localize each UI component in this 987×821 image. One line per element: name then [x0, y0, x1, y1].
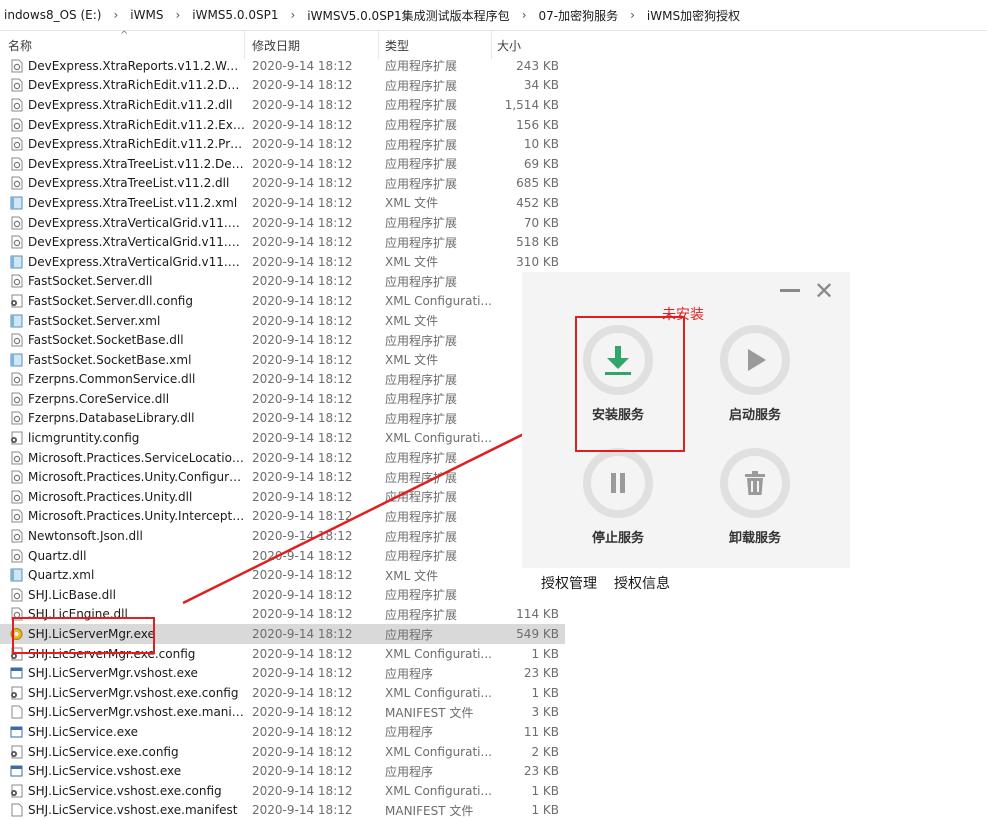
uninstall-service-button[interactable]: 卸载服务 — [715, 448, 795, 546]
stop-service-button[interactable]: 停止服务 — [578, 448, 658, 546]
start-service-button[interactable]: 启动服务 — [715, 325, 795, 423]
close-button[interactable]: ✕ — [814, 279, 834, 303]
license-service-dialog: ✕ 未安装 安装服务 启动服务 停止服务 卸载服务 授权管理 授权信息 — [522, 272, 850, 598]
highlight-box-install — [575, 316, 685, 452]
close-icon: ✕ — [814, 277, 835, 305]
pause-icon — [611, 473, 625, 493]
dialog-tab-bar: 授权管理 授权信息 — [522, 568, 850, 598]
tab-license-management[interactable]: 授权管理 — [541, 573, 597, 593]
trash-icon — [745, 471, 765, 495]
tab-license-info[interactable]: 授权信息 — [614, 573, 670, 593]
play-icon — [748, 349, 766, 371]
minimize-button[interactable] — [780, 289, 800, 292]
